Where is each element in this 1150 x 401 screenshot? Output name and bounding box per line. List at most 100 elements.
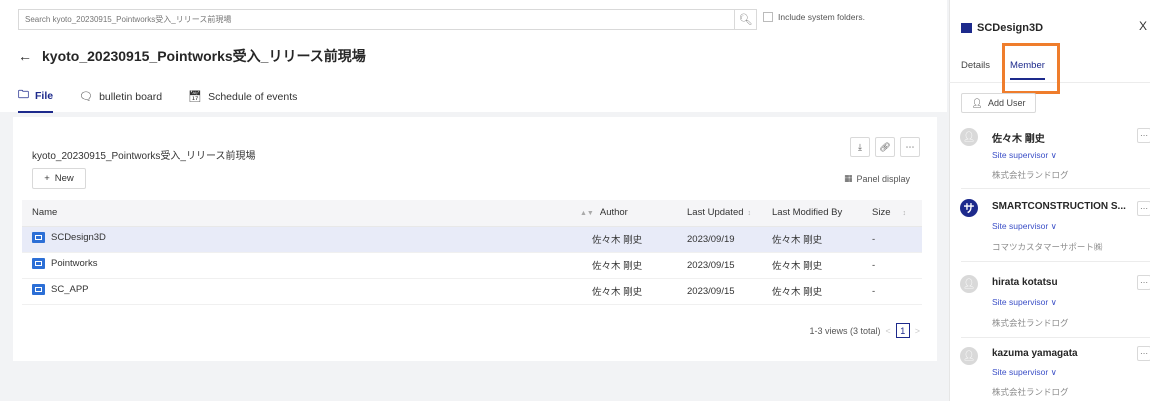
prev-page-icon[interactable]: < (885, 326, 890, 336)
include-system-label: Include system folders. (778, 12, 865, 22)
new-button[interactable]: + New (32, 168, 86, 189)
avatar-icon: 👤︎ (960, 347, 978, 365)
member-item: 👤︎ 佐々木 剛史 Site supervisor ∨ 株式会社ランドログ ⋯ (949, 122, 1150, 189)
top-bar: 🔍︎ Include system folders. ← kyoto_20230… (0, 0, 947, 113)
member-org: コマツカスタマーサポート㈱ (992, 242, 1103, 252)
col-last-modified-by[interactable]: Last Modified By (762, 200, 862, 227)
cell-size: - (862, 252, 922, 279)
member-item: 👤︎ hirata kotatsu Site supervisor ∨ 株式会社… (949, 262, 1150, 338)
chevron-down-icon: ∨ (1050, 297, 1057, 307)
member-more-button[interactable]: ⋯ (1137, 346, 1150, 361)
page-header: ← kyoto_20230915_Pointworks受入_リリース前現場 (18, 46, 366, 66)
card-actions: ⤓ 🔗︎ ⋯ (850, 137, 920, 157)
chevron-down-icon: ∨ (1050, 367, 1057, 377)
more-icon: ⋯ (905, 141, 915, 152)
tab-details[interactable]: Details (961, 57, 990, 80)
table-row[interactable]: SC_APP 佐々木 剛史 2023/09/15 佐々木 剛史 - (22, 278, 922, 305)
member-role: Site supervisor (992, 150, 1049, 160)
tab-bar: 🗀︎ File 🗨︎ bulletin board 📅︎ Schedule of… (18, 86, 297, 113)
cell-updated: 2023/09/19 (677, 226, 762, 253)
avatar-icon: 👤︎ (960, 275, 978, 293)
search-icon: 🔍︎ (738, 14, 753, 26)
include-system-folders[interactable]: Include system folders. (763, 12, 865, 22)
table-header-row: Name ▲▼ Author Last Updated ↕ Last Modifie… (22, 200, 922, 227)
tab-bulletin-board[interactable]: 🗨︎ bulletin board (79, 86, 162, 113)
member-role-dropdown[interactable]: Site supervisor ∨ (992, 221, 1057, 232)
col-last-modified-by-label: Last Modified By (772, 207, 843, 219)
pagination: 1-3 views (3 total) < 1 > (809, 323, 920, 338)
folder-name[interactable]: SC_APP (51, 284, 89, 295)
member-item: 👤︎ kazuma yamagata Site supervisor ∨ 株式会… (949, 338, 1150, 401)
cell-author: 佐々木 剛史 (582, 252, 677, 279)
member-name: 佐々木 剛史 (992, 134, 1045, 145)
member-role: Site supervisor (992, 221, 1049, 231)
avatar-icon: サ (960, 199, 978, 217)
member-more-button[interactable]: ⋯ (1137, 128, 1150, 143)
card-title: kyoto_20230915_Pointworks受入_リリース前現場 (32, 151, 256, 162)
avatar-icon: 👤︎ (960, 128, 978, 146)
col-author[interactable]: ▲▼ Author (580, 200, 677, 227)
download-icon: ⤓ (858, 141, 862, 152)
member-tab-highlight (1002, 43, 1060, 94)
next-page-icon[interactable]: > (915, 326, 920, 336)
add-user-icon: 👤︎ (971, 97, 983, 108)
add-user-label: Add User (987, 98, 1026, 108)
cell-modified-by: 佐々木 剛史 (762, 252, 862, 279)
col-last-updated[interactable]: Last Updated ↕ (677, 200, 762, 227)
col-name[interactable]: Name (22, 200, 582, 227)
close-icon[interactable]: X (1139, 19, 1147, 33)
main-area: 🔍︎ Include system folders. ← kyoto_20230… (0, 0, 947, 401)
member-org: 株式会社ランドログ (992, 318, 1069, 328)
cell-name: SCDesign3D (22, 226, 582, 253)
tab-schedule[interactable]: 📅︎ Schedule of events (188, 86, 297, 113)
folder-icon (32, 284, 45, 295)
search-button[interactable]: 🔍︎ (734, 10, 756, 29)
col-last-updated-label: Last Updated (687, 207, 744, 219)
panel-display-label: Panel display (856, 173, 910, 184)
sort-icon: ↕ (747, 210, 752, 218)
new-label: New (54, 173, 74, 184)
member-name: kazuma yamagata (992, 348, 1078, 359)
member-more-button[interactable]: ⋯ (1137, 275, 1150, 290)
folder-icon: 🗀︎ (18, 89, 29, 101)
cell-size: - (862, 226, 922, 253)
tab-label: Schedule of events (208, 90, 298, 103)
member-more-button[interactable]: ⋯ (1137, 201, 1150, 216)
cell-author: 佐々木 剛史 (582, 278, 677, 305)
member-role-dropdown[interactable]: Site supervisor ∨ (992, 150, 1057, 161)
panel-title: SCDesign3D (977, 22, 1044, 34)
cell-updated: 2023/09/15 (677, 278, 762, 305)
member-name: hirata kotatsu (992, 277, 1058, 288)
tab-label: File (35, 89, 54, 102)
cell-modified-by: 佐々木 剛史 (762, 226, 862, 253)
back-arrow-icon[interactable]: ← (18, 48, 32, 64)
page-number-button[interactable]: 1 (895, 323, 910, 338)
include-system-checkbox[interactable] (763, 12, 773, 22)
member-role-dropdown[interactable]: Site supervisor ∨ (992, 297, 1057, 308)
member-name: SMARTCONSTRUCTION S... (992, 201, 1126, 212)
chevron-down-icon: ∨ (1050, 221, 1057, 231)
cell-updated: 2023/09/15 (677, 252, 762, 279)
tab-label: bulletin board (99, 90, 163, 103)
table-row[interactable]: SCDesign3D 佐々木 剛史 2023/09/19 佐々木 剛史 - (22, 226, 922, 253)
folder-name[interactable]: SCDesign3D (51, 232, 106, 243)
more-button[interactable]: ⋯ (900, 137, 920, 157)
panel-display-toggle[interactable]: ▦ Panel display (844, 173, 910, 184)
member-role: Site supervisor (992, 297, 1049, 307)
folder-name[interactable]: Pointworks (51, 258, 97, 269)
download-button[interactable]: ⤓ (850, 137, 870, 157)
cell-modified-by: 佐々木 剛史 (762, 278, 862, 305)
member-org: 株式会社ランドログ (992, 170, 1069, 180)
search-input[interactable] (19, 10, 719, 29)
add-user-button[interactable]: 👤︎ Add User (961, 93, 1036, 113)
member-role-dropdown[interactable]: Site supervisor ∨ (992, 367, 1057, 378)
table-row[interactable]: Pointworks 佐々木 剛史 2023/09/15 佐々木 剛史 - (22, 252, 922, 279)
link-icon: 🔗︎ (879, 141, 891, 152)
member-role: Site supervisor (992, 367, 1049, 377)
search-box: 🔍︎ (18, 9, 757, 30)
col-name-label: Name (32, 207, 58, 219)
link-button[interactable]: 🔗︎ (875, 137, 895, 157)
tab-file[interactable]: 🗀︎ File (18, 86, 54, 113)
member-org: 株式会社ランドログ (992, 387, 1069, 397)
col-size[interactable]: Size ↕ (862, 200, 922, 227)
